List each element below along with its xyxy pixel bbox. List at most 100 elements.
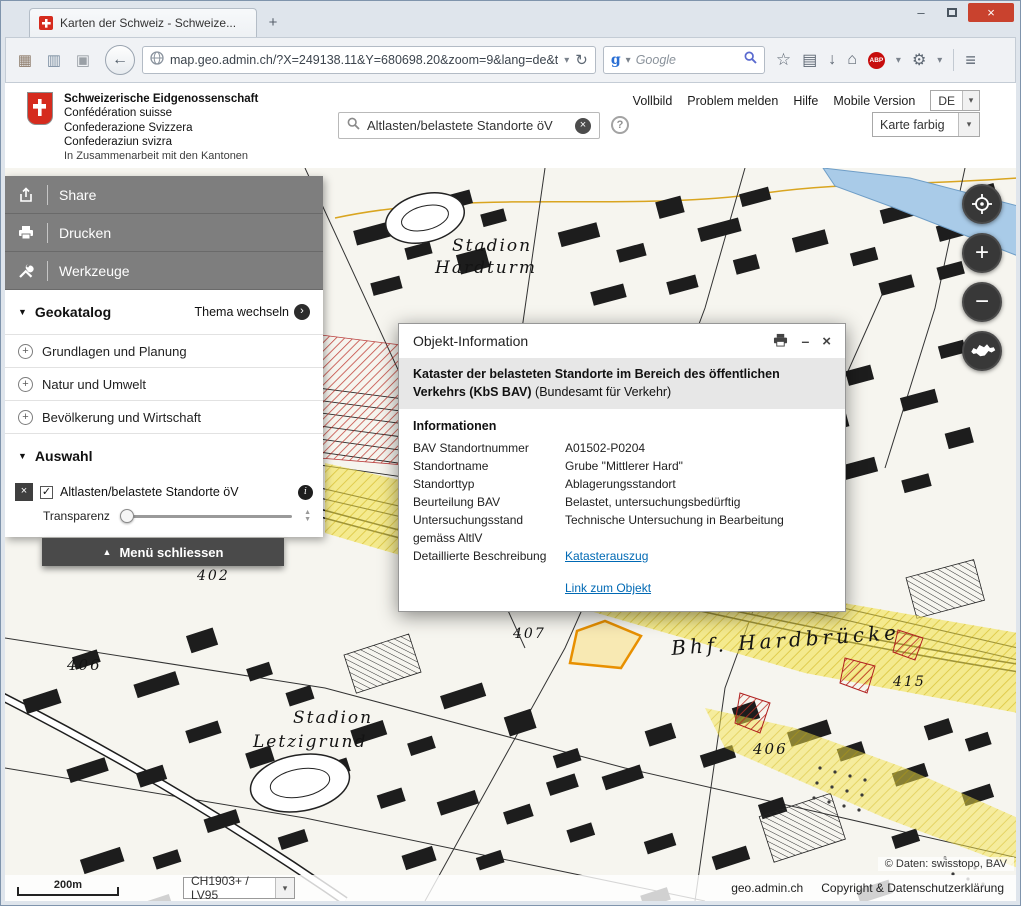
- close-menu-button[interactable]: ▲ Menü schliessen: [42, 538, 284, 566]
- remove-layer-icon[interactable]: ×: [15, 483, 33, 501]
- nav-mobile-version[interactable]: Mobile Version: [833, 94, 915, 108]
- transparency-label: Transparenz: [43, 509, 110, 523]
- nav-vollbild[interactable]: Vollbild: [633, 94, 673, 108]
- default-extent-button[interactable]: [962, 331, 1002, 371]
- adblock-icon[interactable]: ABP: [868, 52, 885, 69]
- popup-body: Informationen BAV StandortnummerA01502-P…: [399, 409, 845, 611]
- geo-admin-page: Schweizerische Eidgenossenschaft Confédé…: [5, 83, 1016, 901]
- url-bar[interactable]: map.geo.admin.ch/?X=249138.11&Y=680698.2…: [142, 46, 596, 74]
- geolocate-button[interactable]: [962, 184, 1002, 224]
- info-row: Beurteilung BAVBelastet, untersuchungsbe…: [413, 493, 831, 511]
- info-row: StandorttypAblagerungsstandort: [413, 475, 831, 493]
- zoom-out-button[interactable]: −: [962, 282, 1002, 322]
- layer-info-icon[interactable]: i: [298, 485, 313, 500]
- toolbar-separator: [953, 49, 954, 71]
- tab-title: Karten der Schweiz - Schweize...: [60, 16, 236, 30]
- scale-bracket: [17, 887, 119, 896]
- extension-dropdown-icon[interactable]: ▾: [937, 55, 942, 66]
- bookmarks-menu-icon[interactable]: ▤: [802, 50, 817, 70]
- info-key: Beurteilung BAV: [413, 493, 565, 511]
- browser-tab[interactable]: Karten der Schweiz - Schweize...: [29, 8, 257, 37]
- info-value: Ablagerungsstandort: [565, 475, 831, 493]
- nav-problem-melden[interactable]: Problem melden: [687, 94, 778, 108]
- nav-hilfe[interactable]: Hilfe: [793, 94, 818, 108]
- search-engine-placeholder[interactable]: Google: [636, 53, 739, 67]
- home-icon[interactable]: ⌂: [847, 51, 857, 69]
- window-maximize-button[interactable]: [937, 3, 967, 22]
- window-titlebar[interactable]: Karten der Schweiz - Schweize... + – ×: [5, 1, 1016, 37]
- swiss-coat-of-arms: [27, 92, 53, 125]
- notepad-icon[interactable]: ▣: [72, 51, 94, 69]
- close-menu-label: Menü schliessen: [119, 545, 223, 560]
- search-engine-dropdown-icon[interactable]: ▾: [626, 55, 631, 66]
- map-label-406-left: 406: [67, 656, 102, 674]
- popup-minimize-icon[interactable]: –: [801, 333, 809, 349]
- slider-knob[interactable]: [120, 509, 134, 523]
- extension-gear-icon[interactable]: ⚙: [912, 50, 926, 70]
- map-attribution[interactable]: © Daten: swisstopo, BAV: [878, 857, 1014, 871]
- projection-select[interactable]: CH1903+ / LV95 ▾: [183, 877, 295, 899]
- window-controls: – ×: [906, 3, 1014, 22]
- transparency-slider[interactable]: [122, 515, 292, 518]
- panorama-icon[interactable]: ▦: [14, 51, 36, 69]
- info-key: Detaillierte Beschreibung: [413, 547, 565, 565]
- new-tab-button[interactable]: +: [260, 13, 286, 35]
- downloads-icon[interactable]: ↓: [828, 51, 836, 69]
- catalog-item-label: Bevölkerung und Wirtschaft: [42, 410, 201, 425]
- search-go-icon[interactable]: [744, 51, 757, 69]
- sidebar-panel-icon[interactable]: ▥: [43, 51, 65, 69]
- window-minimize-button[interactable]: –: [906, 3, 936, 22]
- search-input[interactable]: [367, 118, 568, 133]
- layer-checkbox[interactable]: ✓: [40, 486, 53, 499]
- map-search-field[interactable]: ×: [338, 112, 600, 139]
- layer-label[interactable]: Altlasten/belastete Standorte öV: [60, 485, 291, 499]
- auswahl-header[interactable]: ▼ Auswahl: [5, 433, 323, 477]
- scale-bar: 200m: [17, 880, 119, 897]
- window-close-button[interactable]: ×: [968, 3, 1014, 22]
- footer-bar: 200m CH1903+ / LV95 ▾ geo.admin.ch Copyr…: [5, 875, 1016, 901]
- popup-layer-header: Kataster der belasteten Standorte im Ber…: [399, 358, 845, 409]
- move-down-icon[interactable]: ▼: [304, 516, 311, 523]
- adblock-dropdown-icon[interactable]: ▾: [896, 55, 901, 66]
- move-up-icon[interactable]: ▲: [304, 509, 311, 516]
- change-theme-link[interactable]: Thema wechseln ›: [195, 304, 311, 320]
- url-text[interactable]: map.geo.admin.ch/?X=249138.11&Y=680698.2…: [170, 53, 558, 67]
- url-dropdown-icon[interactable]: ▾: [564, 55, 569, 66]
- browser-search-bar[interactable]: g ▾ Google: [603, 46, 765, 74]
- catalog-item-bevoelkerung[interactable]: + Bevölkerung und Wirtschaft: [5, 400, 323, 433]
- back-button[interactable]: ←: [105, 45, 135, 75]
- geokatalog-header[interactable]: ▼ Geokatalog Thema wechseln ›: [5, 290, 323, 334]
- zoom-in-button[interactable]: +: [962, 233, 1002, 273]
- map-style-select[interactable]: Karte farbig ▾: [872, 112, 980, 137]
- footer-site[interactable]: geo.admin.ch: [731, 881, 803, 895]
- chevron-down-icon: ▾: [275, 878, 294, 898]
- clear-search-icon[interactable]: ×: [575, 118, 591, 134]
- kataster-extract-link[interactable]: Katasterauszug: [565, 549, 648, 563]
- sidebar: Share Drucken Werkzeuge ▼ Geokatalog: [5, 176, 323, 537]
- help-icon[interactable]: ?: [611, 116, 629, 134]
- bookmark-star-icon[interactable]: ☆: [776, 50, 791, 70]
- share-button[interactable]: Share: [5, 176, 323, 214]
- org-name-it: Confederazione Svizzera: [64, 121, 258, 135]
- object-info-popup: Objekt-Information – × Kataster der bela…: [398, 323, 846, 612]
- tools-button[interactable]: Werkzeuge: [5, 252, 323, 290]
- footer-copyright-link[interactable]: Copyright & Datenschutzerklärung: [821, 881, 1004, 895]
- menu-icon[interactable]: ≡: [965, 50, 976, 71]
- layer-reorder-icons[interactable]: ▲ ▼: [304, 509, 311, 523]
- popup-close-icon[interactable]: ×: [822, 333, 831, 350]
- reload-button[interactable]: ↻: [575, 51, 588, 69]
- print-button[interactable]: Drucken: [5, 214, 323, 252]
- expand-plus-icon[interactable]: +: [18, 377, 33, 392]
- object-link[interactable]: Link zum Objekt: [565, 581, 651, 595]
- popup-titlebar[interactable]: Objekt-Information – ×: [399, 324, 845, 358]
- expand-plus-icon[interactable]: +: [18, 410, 33, 425]
- expand-plus-icon[interactable]: +: [18, 344, 33, 359]
- divider: [47, 185, 48, 205]
- catalog-item-grundlagen[interactable]: + Grundlagen und Planung: [5, 334, 323, 367]
- language-select[interactable]: DE ▾: [930, 90, 980, 111]
- print-label: Drucken: [59, 225, 111, 241]
- catalog-item-natur[interactable]: + Natur und Umwelt: [5, 367, 323, 400]
- info-value: Technische Untersuchung in Bearbeitung: [565, 511, 831, 547]
- popup-print-icon[interactable]: [773, 333, 788, 350]
- share-icon: [5, 187, 47, 203]
